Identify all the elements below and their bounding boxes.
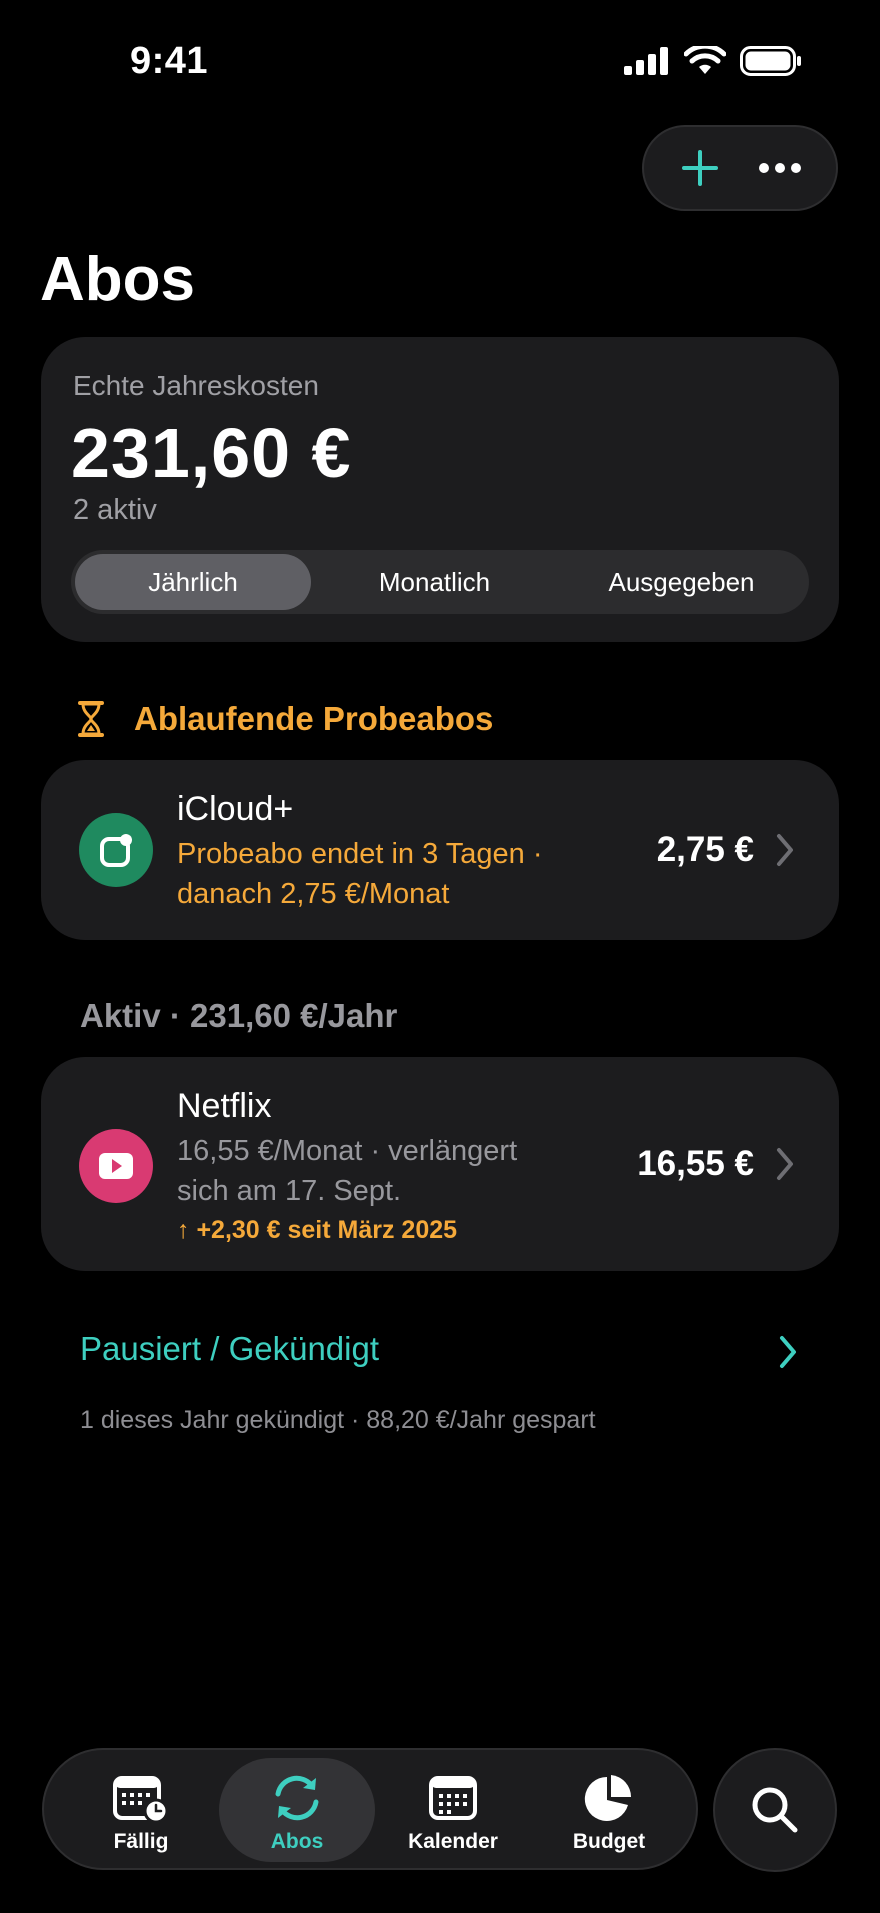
icloud-icon [79, 813, 153, 887]
subscription-price: 16,55 € [637, 1144, 754, 1183]
tab-kalender[interactable]: Kalender [375, 1758, 531, 1862]
chevron-right-icon[interactable] [776, 1332, 800, 1372]
header-actions [642, 125, 838, 211]
segment-yearly[interactable]: Jährlich [75, 554, 311, 610]
more-button[interactable] [750, 138, 810, 198]
trial-ends-text: Probeabo endet in 3 Tagen · [177, 838, 543, 870]
active-count: 2 aktiv [73, 494, 157, 526]
subscription-name: iCloud+ [177, 790, 294, 828]
tab-bar: Fällig Abos Kalender Budget [42, 1748, 698, 1870]
annual-cost-amount: 231,60 € [71, 414, 352, 492]
paused-cancelled-link[interactable]: Pausiert / Gekündigt [80, 1330, 379, 1368]
period-segmented-control: Jährlich Monatlich Ausgegeben [71, 550, 809, 614]
annual-cost-card: Echte Jahreskosten 231,60 € 2 aktiv Jähr… [41, 337, 839, 642]
calendar-icon [429, 1776, 477, 1820]
tab-label: Budget [572, 1830, 646, 1853]
calendar-clock-icon [113, 1776, 169, 1823]
status-time: 9:41 [130, 40, 209, 82]
segment-spent[interactable]: Ausgegeben [558, 554, 805, 610]
price-increase-badge: ↑ +2,30 € seit März 2025 [177, 1216, 458, 1244]
pie-chart-icon [584, 1775, 632, 1821]
renewal-text: 16,55 €/Monat · verlängert [177, 1135, 518, 1167]
tab-faellig[interactable]: Fällig [63, 1758, 219, 1862]
trials-section-header: Ablaufende Probeabos [78, 700, 493, 738]
hourglass-icon [78, 701, 104, 737]
more-dots-icon [759, 163, 801, 173]
wifi-icon [684, 46, 726, 74]
play-icon [79, 1129, 153, 1203]
segment-monthly[interactable]: Monatlich [311, 554, 558, 610]
tab-label: Fällig [113, 1830, 169, 1853]
chevron-right-icon [777, 1148, 793, 1180]
battery-icon [740, 46, 801, 76]
refresh-icon [275, 1775, 319, 1821]
trials-title: Ablaufende Probeabos [134, 700, 494, 737]
subscription-name: Netflix [177, 1087, 272, 1125]
active-section-header: Aktiv · 231,60 €/Jahr [80, 997, 398, 1034]
cancelled-savings-note: 1 dieses Jahr gekündigt · 88,20 €/Jahr g… [80, 1406, 596, 1434]
tab-budget[interactable]: Budget [531, 1758, 687, 1862]
add-button[interactable] [670, 138, 730, 198]
cellular-signal-icon [624, 47, 668, 75]
status-icons [624, 46, 802, 76]
search-button[interactable] [713, 1748, 837, 1872]
subscription-row-icloud[interactable]: iCloud+ Probeabo endet in 3 Tagen · dana… [41, 760, 839, 940]
chevron-right-icon [777, 834, 793, 866]
search-icon [752, 1787, 798, 1833]
page-title: Abos [40, 245, 195, 314]
annual-cost-label: Echte Jahreskosten [73, 370, 319, 401]
tab-label: Abos [270, 1830, 324, 1853]
plus-icon [682, 150, 718, 186]
subscription-price: 2,75 € [656, 830, 754, 869]
subscription-row-netflix[interactable]: Netflix 16,55 €/Monat · verlängert sich … [41, 1057, 839, 1271]
renewal-date: sich am 17. Sept. [177, 1175, 402, 1207]
trial-after-price: danach 2,75 €/Monat [177, 878, 450, 910]
tab-abos[interactable]: Abos [219, 1758, 375, 1862]
tab-label: Kalender [408, 1830, 498, 1853]
